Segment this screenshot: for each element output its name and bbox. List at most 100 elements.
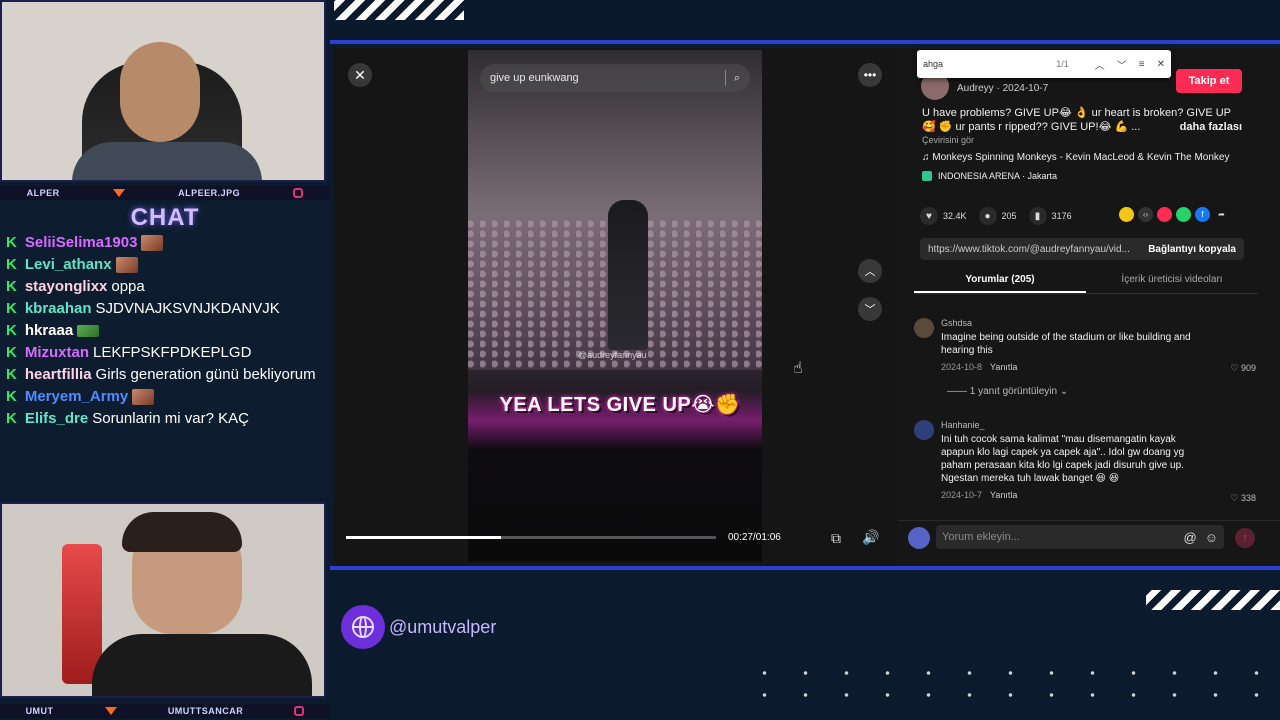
location-text: INDONESIA ARENA · Jakarta xyxy=(938,171,1058,181)
emote-icon xyxy=(115,257,138,274)
send-icon[interactable] xyxy=(1157,207,1172,222)
panel-tabs: Yorumlar (205) İçerik üreticisi videolar… xyxy=(914,270,1258,294)
find-next-icon[interactable]: ﹀ xyxy=(1117,57,1127,72)
like-button[interactable]: ♥ 32.4K xyxy=(920,207,967,225)
video-search-bar[interactable]: give up eunkwang ⌕ xyxy=(480,64,750,92)
chat-message: K SeliiSelima1903 xyxy=(0,232,330,254)
webcam-top-bar: ALPER ALPEER.JPG xyxy=(0,186,330,200)
chat-text: SJDVNAJKSVNJKDANVJK xyxy=(95,300,280,317)
emoji-icon[interactable]: ☺ xyxy=(1205,530,1218,545)
find-query[interactable]: ahga xyxy=(923,59,943,69)
cam-top-left-label: ALPER xyxy=(26,188,60,198)
chat-username[interactable]: hkraaa xyxy=(25,322,73,339)
chat-username[interactable]: heartfillia xyxy=(25,366,92,383)
reply-button[interactable]: Yanıtla xyxy=(990,362,1017,372)
cam-bottom-right-label: UMUTTSANCAR xyxy=(167,706,244,716)
singer xyxy=(608,200,648,350)
chat-username[interactable]: kbraahan xyxy=(25,300,92,317)
chat-message: Khkraaa xyxy=(0,320,330,342)
find-prev-icon[interactable]: ︿ xyxy=(1095,57,1105,72)
chat-username[interactable]: stayonglixx xyxy=(25,278,108,295)
view-replies-link[interactable]: —— 1 yanıt görüntüleyin ⌄ xyxy=(947,386,1068,397)
chat-username[interactable]: Elifs_dre xyxy=(25,410,88,427)
streamer-face xyxy=(120,42,200,142)
chat-message: K Mizuxtan LEKFPSKFPDKEPLGD xyxy=(0,342,330,364)
bottom-accent-line xyxy=(330,566,1280,570)
send-arrow-icon[interactable]: ↑ xyxy=(1235,528,1255,548)
save-button[interactable]: ▮ 3176 xyxy=(1028,207,1072,225)
chat-text: oppa xyxy=(111,278,145,295)
facebook-icon[interactable]: f xyxy=(1195,207,1210,222)
comment-author[interactable]: Hanhanie_ xyxy=(941,420,1258,430)
chat-username[interactable]: SeliiSelima1903 xyxy=(25,234,138,251)
chat-message: Kheartfillia Girls generation günü bekliy… xyxy=(0,364,330,386)
comment-input[interactable]: Yorum ekleyin... @ ☺ xyxy=(936,525,1224,549)
comment-likes-count: 909 xyxy=(1240,363,1256,373)
tab-comments[interactable]: Yorumlar (205) xyxy=(914,270,1086,293)
pip-icon[interactable]: ⧉ xyxy=(831,530,841,547)
share-arrow-icon[interactable]: ➦ xyxy=(1214,207,1229,222)
author-line[interactable]: Audreyy · 2024-10-7 xyxy=(957,83,1048,94)
copy-link-button[interactable]: Bağlantıyı kopyala xyxy=(1148,244,1236,255)
volume-icon[interactable]: 🔊 xyxy=(862,529,879,546)
mention-icon[interactable]: @ xyxy=(1184,530,1197,545)
chat-panel: CHAT K SeliiSelima1903 K Levi_athanx Kstayon… xyxy=(0,202,330,498)
comment-likes[interactable]: ♡ 909 xyxy=(1230,363,1256,374)
comment-likes[interactable]: ♡ 338 xyxy=(1230,493,1256,504)
repost-icon[interactable] xyxy=(1119,207,1134,222)
webcam-bottom-bar: UMUT UMUTTSANCAR xyxy=(0,704,330,718)
see-translation-link[interactable]: Çevirisini gör xyxy=(922,135,974,145)
reply-button[interactable]: Yanıtla xyxy=(990,490,1017,500)
kick-icon: K xyxy=(6,410,17,427)
comment-text: Imagine being outside of the stadium or … xyxy=(941,332,1191,356)
comment-date: 2024-10-8 xyxy=(941,362,983,372)
music-link[interactable]: ♫ Monkeys Spinning Monkeys - Kevin MacLe… xyxy=(922,152,1229,163)
comment-input-placeholder: Yorum ekleyin... xyxy=(942,531,1020,543)
avatar xyxy=(908,527,930,549)
chat-username[interactable]: Meryem_Army xyxy=(25,388,128,405)
share-row: ‹› f ➦ xyxy=(1119,207,1229,222)
kick-icon: K xyxy=(6,256,17,273)
video-progress-bar[interactable] xyxy=(346,536,716,539)
comment-icon: ● xyxy=(978,207,997,225)
chat-username[interactable]: Mizuxtan xyxy=(25,344,89,361)
kick-icon: K xyxy=(6,344,17,361)
comment-author[interactable]: Gshdsa xyxy=(941,318,1258,328)
location-link[interactable]: INDONESIA ARENA · Jakarta xyxy=(922,171,1057,181)
whatsapp-icon[interactable] xyxy=(1176,207,1191,222)
video-frame[interactable] xyxy=(468,50,762,562)
close-icon[interactable]: ✕ xyxy=(348,63,372,87)
avatar[interactable] xyxy=(914,318,934,338)
more-options-icon[interactable]: ••• xyxy=(858,63,882,87)
find-options-icon[interactable]: ≡ xyxy=(1139,59,1145,70)
comment-date: 2024-10-7 xyxy=(941,490,983,500)
emote-icon xyxy=(77,325,100,338)
chevron-up-icon[interactable]: ︿ xyxy=(858,259,882,283)
avatar[interactable] xyxy=(914,420,934,440)
saves-count: 3176 xyxy=(1051,211,1072,221)
comments-count: 205 xyxy=(1001,211,1017,221)
chat-text: LEKFPSKFPDKEPLGD xyxy=(93,344,252,361)
follow-button[interactable]: Takip et xyxy=(1176,69,1242,93)
embed-icon[interactable]: ‹› xyxy=(1138,207,1153,222)
streamer-shirt xyxy=(72,142,262,180)
tab-creator-videos[interactable]: İçerik üreticisi videoları xyxy=(1086,270,1258,293)
heart-icon: ♥ xyxy=(920,207,938,225)
chat-message: K Meryem_Army xyxy=(0,386,330,408)
kick-icon: K xyxy=(6,234,17,251)
instagram-icon xyxy=(293,188,304,198)
more-link[interactable]: daha fazlası xyxy=(1180,120,1242,134)
post-url: https://www.tiktok.com/@audreyfannyau/vi… xyxy=(928,243,1130,255)
webcam-bottom xyxy=(0,502,326,698)
search-icon[interactable]: ⌕ xyxy=(734,72,740,85)
find-in-page-bar: ahga 1/1 ︿ ﹀ ≡ ✕ xyxy=(917,50,1171,78)
chat-message: K Levi_athanx xyxy=(0,254,330,276)
globe-icon xyxy=(352,616,374,638)
comment-button[interactable]: ● 205 xyxy=(978,207,1017,225)
chevron-down-icon[interactable]: ﹀ xyxy=(858,297,882,321)
emote-icon xyxy=(141,235,164,252)
find-close-icon[interactable]: ✕ xyxy=(1157,59,1165,70)
cam-top-right-label: ALPEER.JPG xyxy=(178,188,241,198)
comment-item: Gshdsa Imagine being outside of the stad… xyxy=(914,318,1258,374)
chat-username[interactable]: Levi_athanx xyxy=(25,256,112,273)
